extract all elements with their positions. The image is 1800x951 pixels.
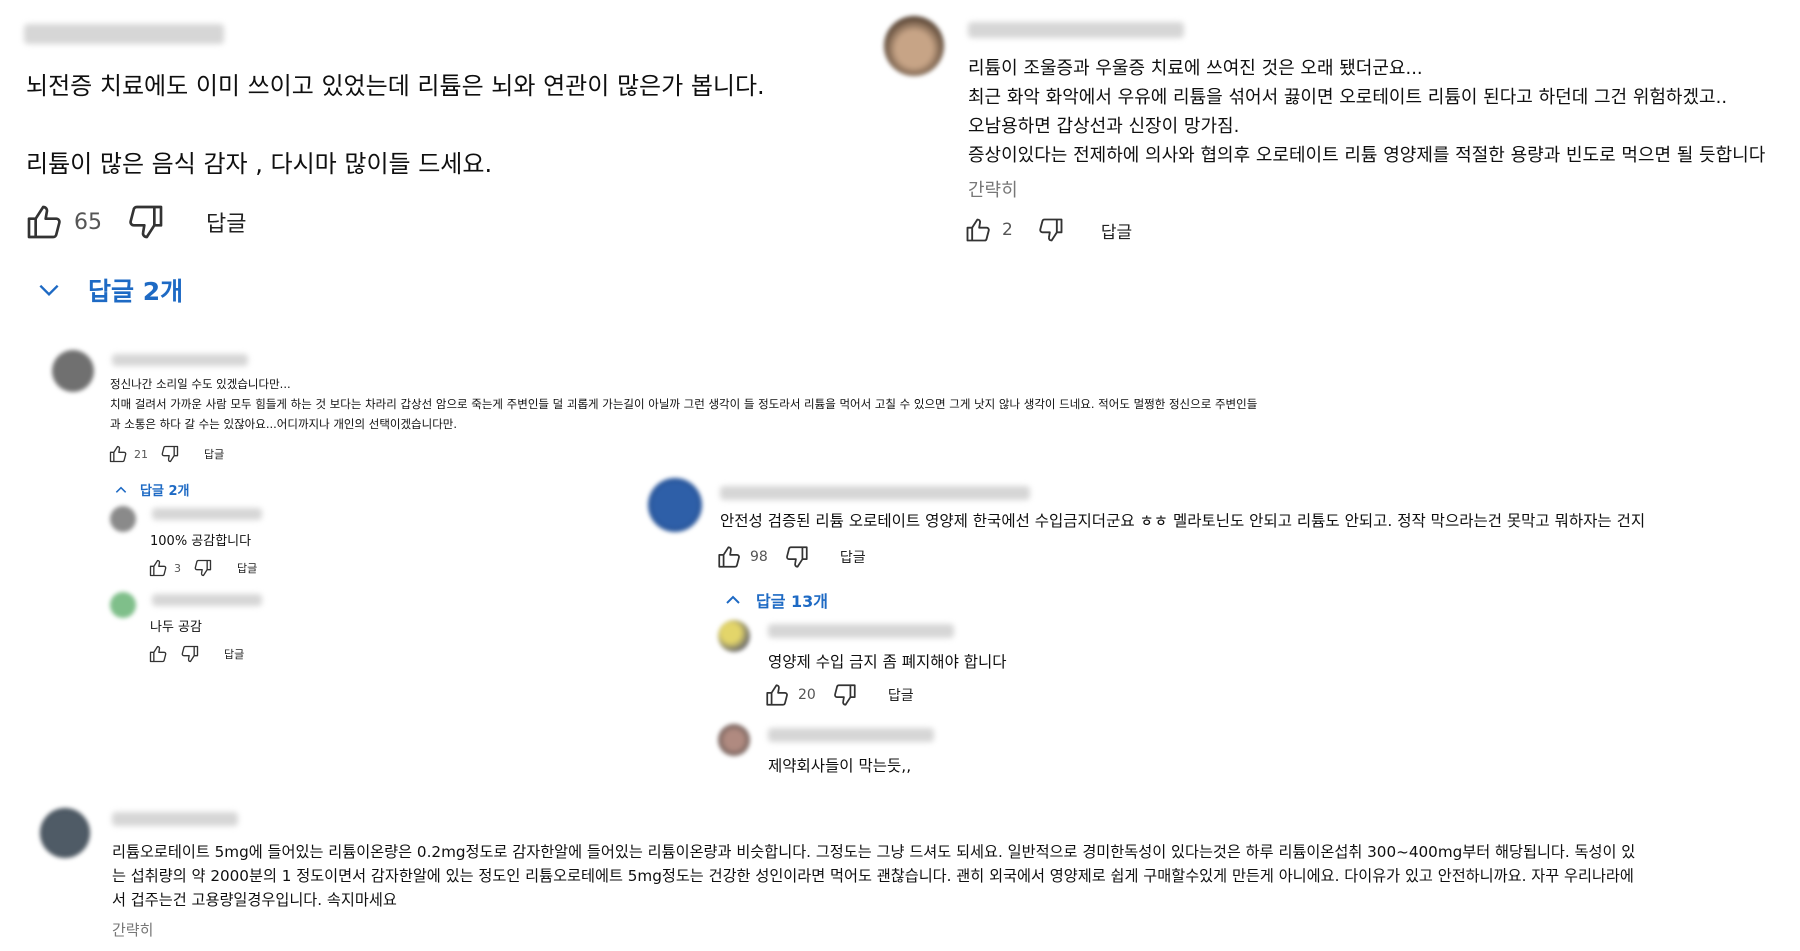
action-bar: 20 답글	[764, 682, 914, 708]
replies-toggle-label: 답글 13개	[756, 592, 828, 611]
replies-toggle[interactable]: 답글 2개	[36, 272, 183, 308]
like-count: 3	[174, 561, 181, 575]
chevron-down-icon	[36, 277, 62, 303]
action-bar: 21 답글	[108, 444, 224, 464]
author-name-blurred[interactable]	[24, 24, 224, 44]
avatar[interactable]	[718, 620, 750, 652]
like-count: 2	[1002, 220, 1013, 240]
author-name-blurred[interactable]	[152, 508, 262, 520]
action-bar: 3 답글	[148, 558, 257, 578]
reply-button[interactable]: 답글	[888, 685, 914, 705]
comment-text: 안전성 검증된 리튬 오로테이트 영양제 한국에선 수입금지더군요 ㅎㅎ 멜라토…	[720, 512, 1646, 530]
thumbs-down-icon[interactable]	[160, 444, 180, 464]
thumbs-up-icon[interactable]	[148, 644, 168, 664]
author-name-blurred[interactable]	[768, 624, 954, 638]
comment-text: 최근 화악 화악에서 우유에 리튬을 섞어서 끓이면 오로테이트 리튬이 된다고…	[968, 87, 1728, 108]
avatar[interactable]	[718, 724, 750, 756]
like-count: 20	[798, 687, 816, 703]
avatar[interactable]	[110, 506, 136, 532]
thumbs-up-icon[interactable]	[24, 202, 64, 242]
comment-text: 리튬이 조울증과 우울증 치료에 쓰여진 것은 오래 됐더군요...	[968, 58, 1423, 79]
comment-text: 서 겁주는건 고용량일경우입니다. 속지마세요	[112, 891, 397, 909]
author-name-blurred[interactable]	[112, 812, 238, 826]
author-name-blurred[interactable]	[768, 728, 934, 742]
comment-text: 는 섭취량의 약 2000분의 1 정도이면서 감자한알에 있는 정도인 리튬오…	[112, 867, 1634, 885]
avatar[interactable]	[52, 350, 94, 392]
replies-toggle-label: 답글 2개	[140, 484, 190, 499]
shrink-link[interactable]: 간략히	[112, 919, 153, 940]
thumbs-down-icon[interactable]	[832, 682, 858, 708]
thumbs-up-icon[interactable]	[764, 682, 790, 708]
comment-text: 정신나간 소리일 수도 있겠습니다만...	[110, 377, 291, 391]
replies-toggle[interactable]: 답글 2개	[114, 480, 189, 499]
thumbs-down-icon[interactable]	[126, 202, 166, 242]
like-count: 65	[74, 209, 102, 235]
action-bar: 2 답글	[964, 216, 1132, 244]
reply-text: 영양제 수입 금지 좀 폐지해야 합니다	[768, 653, 1007, 671]
thumbs-up-icon[interactable]	[716, 544, 742, 570]
shrink-link[interactable]: 간략히	[968, 176, 1018, 202]
reply-button[interactable]: 답글	[224, 646, 244, 662]
comment-text: 뇌전증 치료에도 이미 쓰이고 있었는데 리튬은 뇌와 연관이 많은가 봅니다.	[26, 72, 765, 100]
reply-text: 나두 공감	[150, 620, 202, 635]
avatar[interactable]	[884, 16, 944, 76]
reply-button[interactable]: 답글	[206, 206, 246, 238]
author-name-blurred[interactable]	[152, 594, 262, 606]
reply-text: 제약회사들이 막는듯,,	[768, 757, 912, 775]
replies-toggle[interactable]: 답글 13개	[724, 588, 828, 612]
reply-button[interactable]: 답글	[237, 560, 257, 576]
action-bar: 답글	[148, 644, 244, 664]
reply-text: 100% 공감합니다	[150, 534, 252, 549]
reply-button[interactable]: 답글	[204, 446, 224, 462]
comment-text: 리튬이 많은 음식 감자 , 다시마 많이들 드세요.	[26, 150, 493, 178]
comment-text: 오남용하면 갑상선과 신장이 망가짐.	[968, 116, 1240, 137]
avatar[interactable]	[40, 808, 90, 858]
chevron-up-icon	[724, 591, 742, 609]
replies-toggle-label: 답글 2개	[88, 277, 184, 306]
author-name-blurred[interactable]	[720, 486, 1030, 500]
action-bar: 98 답글	[716, 544, 866, 570]
comment-text: 치매 걸려서 가까운 사람 모두 힘들게 하는 것 보다는 차라리 갑상선 암으…	[110, 397, 1258, 411]
comment-text: 과 소통은 하다 갈 수는 있잖아요...어디까지나 개인의 선택이겠습니다만.	[110, 417, 458, 431]
like-count: 21	[134, 447, 148, 461]
comment-text: 증상이있다는 전제하에 의사와 협의후 오로테이트 리튬 영양제를 적절한 용량…	[968, 145, 1766, 166]
thumbs-up-icon[interactable]	[964, 216, 992, 244]
thumbs-down-icon[interactable]	[784, 544, 810, 570]
avatar[interactable]	[110, 592, 136, 618]
like-count: 98	[750, 549, 768, 565]
reply-button[interactable]: 답글	[1101, 218, 1132, 243]
thumbs-down-icon[interactable]	[180, 644, 200, 664]
thumbs-down-icon[interactable]	[193, 558, 213, 578]
thumbs-down-icon[interactable]	[1037, 216, 1065, 244]
avatar[interactable]	[648, 478, 702, 532]
reply-button[interactable]: 답글	[840, 547, 866, 567]
thumbs-up-icon[interactable]	[148, 558, 168, 578]
comment-text: 리튬오로테이트 5mg에 들어있는 리튬이온량은 0.2mg정도로 감자한알에 …	[112, 843, 1636, 861]
author-name-blurred[interactable]	[968, 22, 1184, 38]
author-name-blurred[interactable]	[112, 354, 248, 366]
action-bar: 65 답글	[24, 202, 246, 242]
thumbs-up-icon[interactable]	[108, 444, 128, 464]
chevron-up-icon	[114, 483, 128, 497]
